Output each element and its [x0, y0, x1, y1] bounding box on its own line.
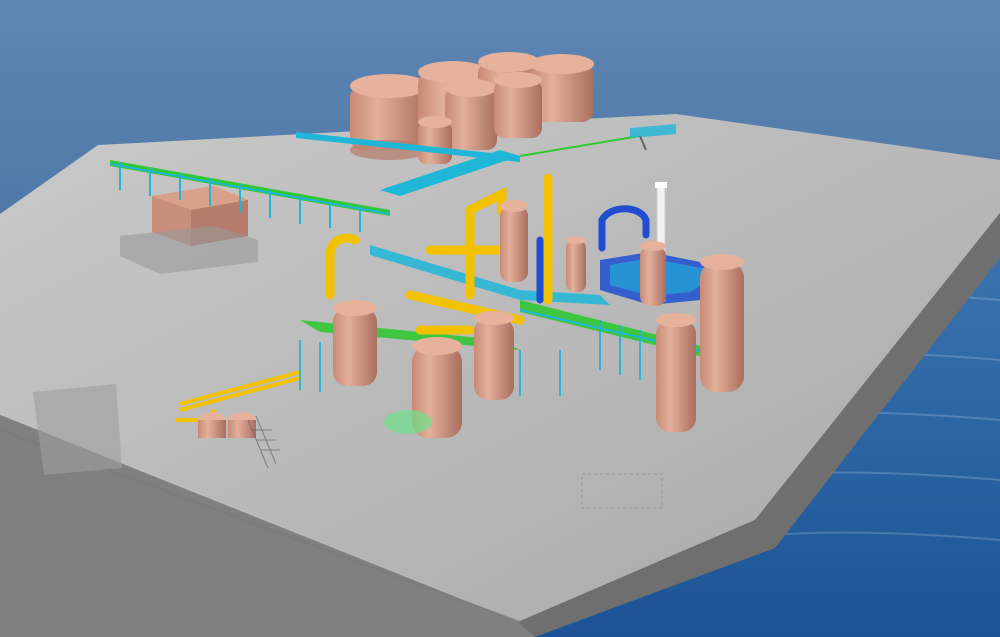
- column-5: [656, 313, 696, 432]
- ground-marker: [384, 410, 432, 434]
- column-2: [333, 300, 377, 386]
- scene-svg: [0, 0, 1000, 637]
- column-8: [640, 241, 666, 306]
- storage-tank-6: [494, 72, 542, 138]
- deck-step: [33, 384, 122, 475]
- column-1: [500, 200, 528, 282]
- storage-tank-7: [418, 116, 452, 164]
- plant-scene: [0, 0, 1000, 637]
- column-7: [566, 236, 586, 292]
- column-4: [474, 311, 514, 400]
- storage-tank-5: [445, 79, 497, 150]
- column-6: [700, 254, 744, 392]
